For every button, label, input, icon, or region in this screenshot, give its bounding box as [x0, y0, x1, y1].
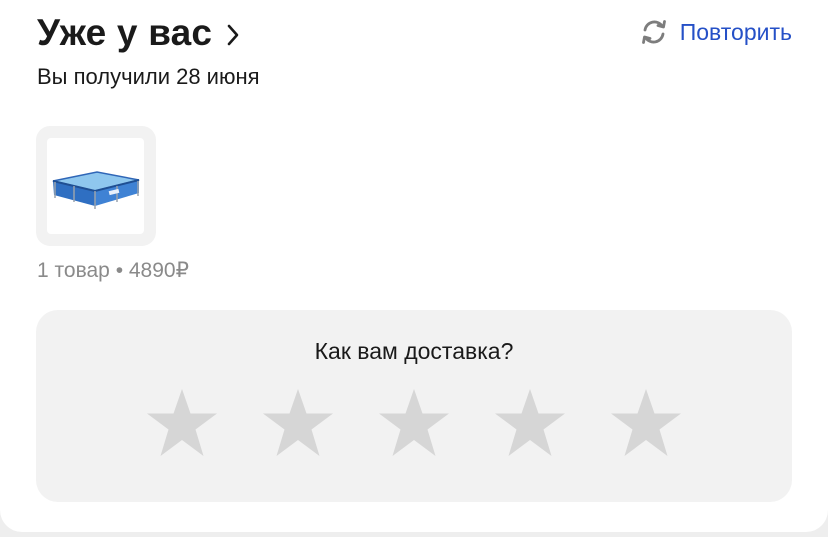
product-thumbnail[interactable] [36, 126, 156, 246]
order-title: Уже у вас [37, 12, 213, 53]
product-image-frame [47, 138, 144, 234]
order-title-link[interactable]: Уже у вас [37, 12, 240, 54]
pool-image [52, 171, 140, 209]
chevron-right-icon [227, 24, 239, 46]
star-5-icon[interactable] [609, 388, 683, 462]
delivery-date: Вы получили 28 июня [37, 64, 260, 89]
repeat-label: Повторить [679, 18, 792, 45]
rating-question: Как вам доставка? [314, 338, 514, 364]
order-card: Уже у вас Вы получили 28 июня Повторить [0, 0, 828, 532]
star-4-icon[interactable] [493, 388, 567, 462]
star-2-icon[interactable] [261, 388, 335, 462]
delivery-rating-panel: Как вам доставка? [36, 310, 792, 502]
star-rating [36, 388, 792, 462]
repeat-order-button[interactable]: Повторить [638, 16, 792, 48]
star-3-icon[interactable] [377, 388, 451, 462]
order-summary: 1 товар • 4890₽ [37, 259, 189, 282]
star-1-icon[interactable] [145, 388, 219, 462]
refresh-icon [641, 20, 666, 44]
